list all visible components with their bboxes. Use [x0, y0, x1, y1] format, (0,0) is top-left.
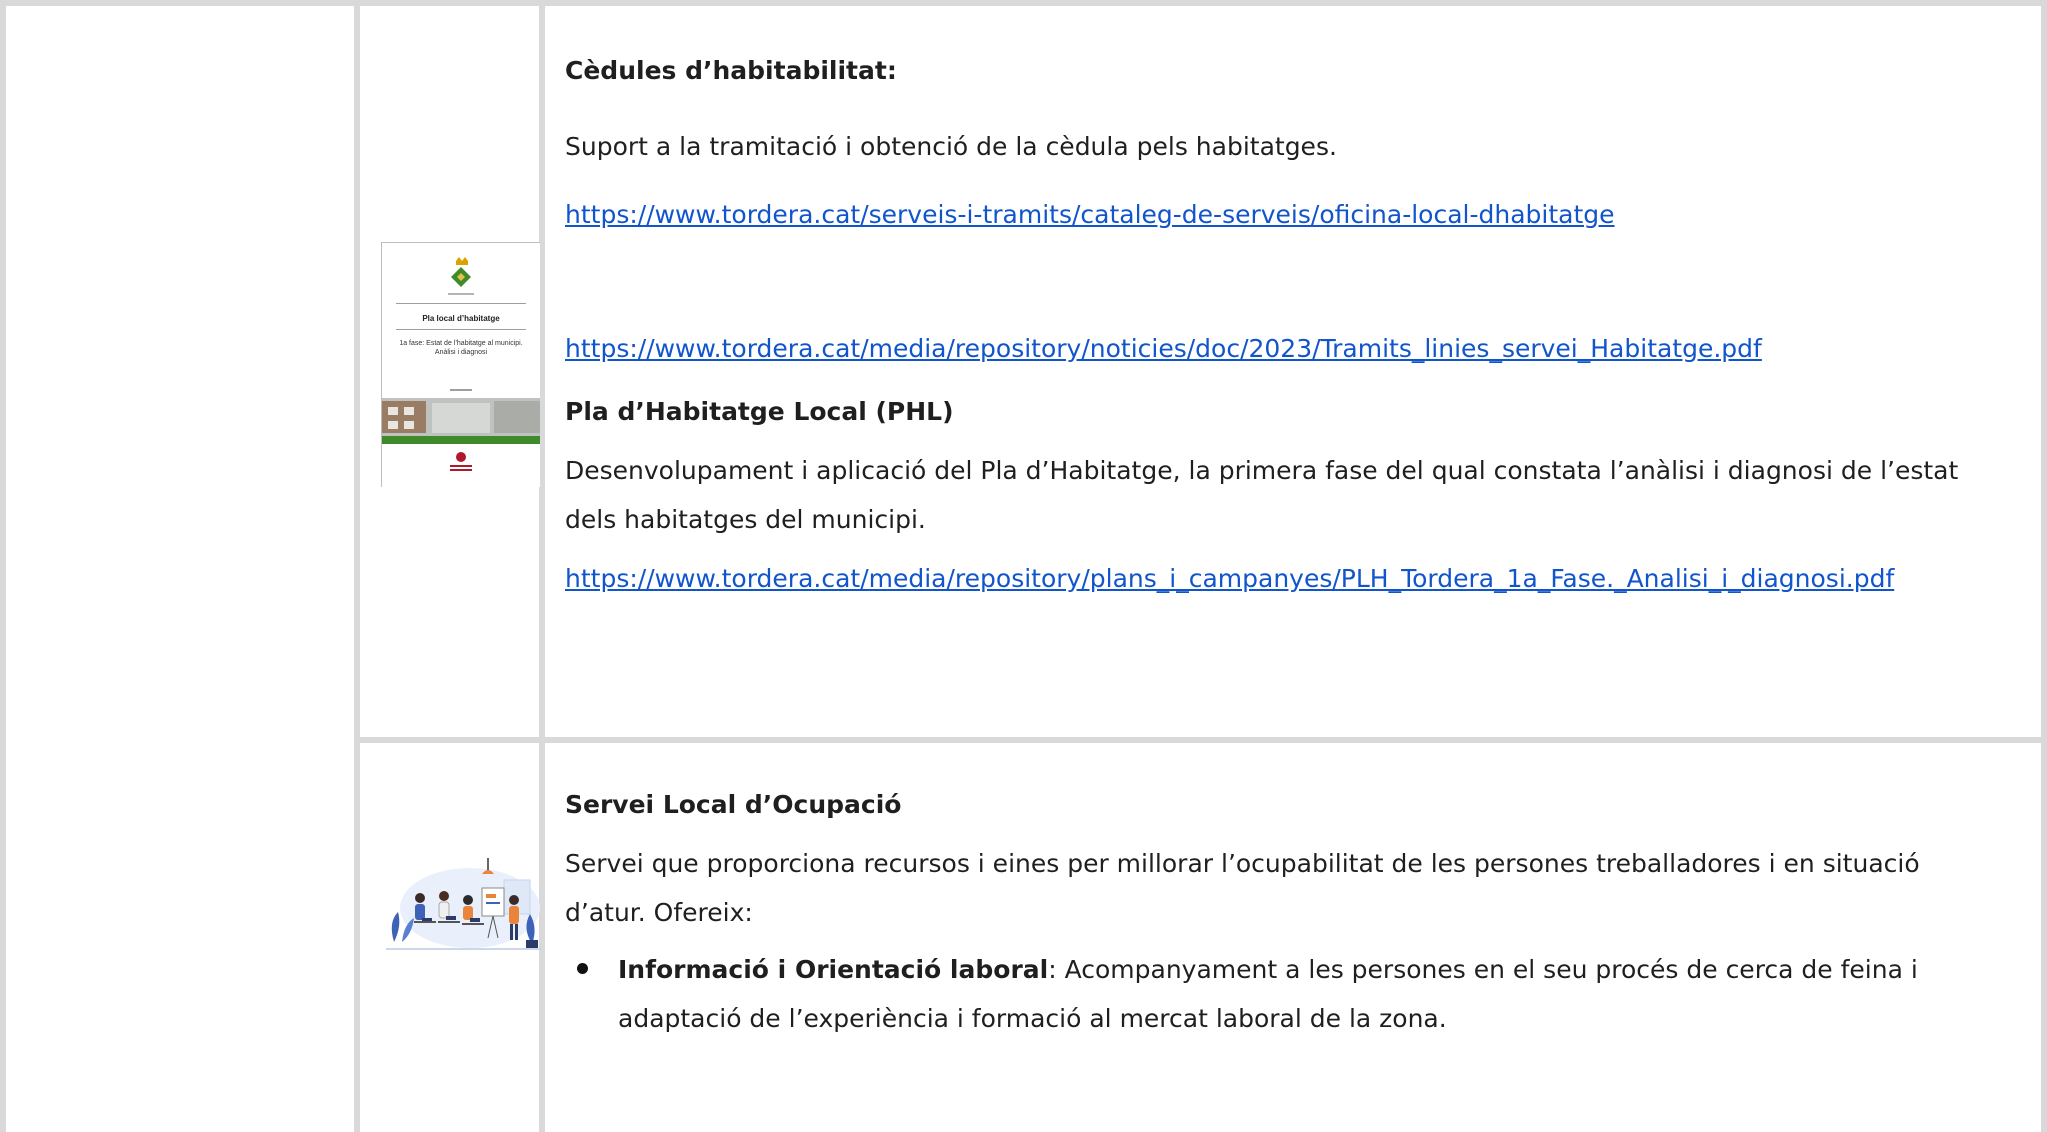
list-item-label: Informació i Orientació laboral — [618, 955, 1049, 984]
employment-meeting-illustration — [386, 858, 542, 952]
oficina-habitatge-link[interactable]: https://www.tordera.cat/serveis-i-tramit… — [565, 200, 1615, 229]
employment-description: Servei que proporciona recursos i eines … — [565, 849, 1920, 927]
employment-services-list: Informació i Orientació laboral: Acompan… — [565, 945, 2005, 1043]
employment-heading: Servei Local d’Ocupació — [565, 790, 902, 819]
table-border-top — [0, 0, 2047, 6]
phl-description: Desenvolupament i aplicació del Pla d’Ha… — [565, 456, 1959, 534]
thumbnail-title: Pla local d’habitatge — [422, 314, 500, 323]
cedules-heading: Cèdules d’habitabilitat: — [565, 56, 897, 85]
people-meeting-icon — [386, 858, 542, 950]
column-divider-2 — [539, 0, 545, 1132]
column-divider-1 — [354, 0, 360, 1132]
tramits-habitatge-pdf-link[interactable]: https://www.tordera.cat/media/repository… — [565, 334, 1762, 363]
table-border-right — [2041, 0, 2047, 1132]
housing-services-cell: Cèdules d’habitabilitat: Suport a la tra… — [565, 54, 2005, 603]
diputacio-logo-icon — [456, 452, 466, 462]
document-cover-image: Pla local d’habitatge 1a fase: Estat de … — [382, 243, 540, 487]
employment-services-cell: Servei Local d’Ocupació Servei que propo… — [565, 788, 2005, 1043]
phl-heading: Pla d’Habitatge Local (PHL) — [565, 397, 954, 426]
cedules-description: Suport a la tramitació i obtenció de la … — [565, 132, 1337, 161]
table-border-left — [0, 0, 6, 1132]
bullet-icon — [577, 963, 588, 974]
thumbnail-subtitle: 1a fase: Estat de l’habitatge al municip… — [399, 340, 523, 356]
row-divider — [354, 737, 2047, 743]
phl-pdf-link[interactable]: https://www.tordera.cat/media/repository… — [565, 564, 1894, 593]
housing-plan-document-thumbnail: Pla local d’habitatge 1a fase: Estat de … — [381, 242, 540, 487]
list-item: Informació i Orientació laboral: Acompan… — [565, 945, 2005, 1043]
